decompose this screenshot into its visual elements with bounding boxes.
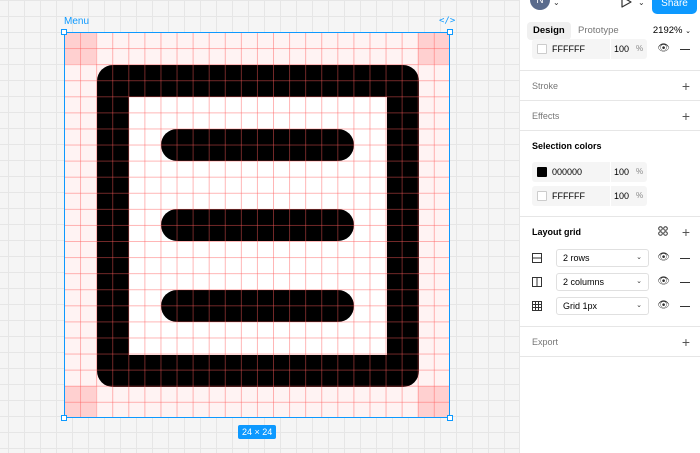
tab-design[interactable]: Design — [527, 22, 571, 40]
eye-icon[interactable]: 👁 — [657, 276, 670, 287]
chevron-down-icon[interactable]: ⌄ — [553, 0, 560, 7]
share-button[interactable]: Share — [652, 0, 697, 14]
grid-corner — [418, 386, 450, 418]
layout-grid-label: 2 columns — [563, 277, 605, 287]
selection-colors-title: Selection colors — [532, 141, 602, 151]
add-effect-icon[interactable]: + — [682, 109, 690, 123]
layout-grid-title: Layout grid — [532, 227, 581, 237]
field-separator — [610, 186, 611, 206]
percent-unit: % — [636, 167, 644, 176]
selection-hex[interactable]: 000000 — [552, 167, 582, 177]
square-grid-icon[interactable] — [532, 301, 542, 311]
grid-corner — [64, 386, 96, 418]
remove-fill-icon[interactable] — [680, 49, 690, 50]
percent-unit: % — [636, 44, 644, 53]
resize-handle-bottom-left[interactable] — [61, 415, 67, 421]
zoom-dropdown[interactable]: 2192% ⌄ — [653, 22, 691, 40]
grid-corner — [418, 32, 450, 64]
chevron-down-icon: ⌄ — [636, 278, 642, 285]
add-stroke-icon[interactable]: + — [682, 79, 690, 93]
percent-unit: % — [636, 191, 644, 200]
fill-color-field[interactable]: FFFFFF 100 % — [532, 39, 647, 59]
resize-handle-bottom-right[interactable] — [447, 415, 453, 421]
chevron-down-icon[interactable]: ⌄ — [638, 0, 645, 7]
top-toolbar: N ⌄ ⌄ Share — [520, 0, 700, 14]
chevron-down-icon: ⌄ — [636, 302, 642, 309]
frame-name-label[interactable]: Menu — [64, 16, 89, 27]
remove-grid-icon[interactable] — [680, 282, 690, 283]
selection-opacity[interactable]: 100 — [614, 191, 629, 201]
menu-icon-bar-top[interactable] — [161, 129, 354, 161]
rows-grid-icon[interactable] — [532, 253, 542, 263]
selection-color-field[interactable]: FFFFFF 100 % — [532, 186, 647, 206]
layout-grid-dropdown[interactable]: 2 rows ⌄ — [556, 249, 649, 267]
divider — [520, 130, 700, 131]
layout-grid-label: 2 rows — [563, 253, 590, 263]
resize-handle-top-left[interactable] — [61, 29, 67, 35]
tab-prototype[interactable]: Prototype — [572, 22, 625, 40]
eye-icon[interactable]: 👁 — [657, 43, 670, 54]
divider — [520, 100, 700, 101]
fill-swatch[interactable] — [537, 44, 547, 54]
fill-opacity[interactable]: 100 — [614, 44, 629, 54]
chevron-down-icon: ⌄ — [636, 254, 642, 261]
selection-color-field[interactable]: 000000 100 % — [532, 162, 647, 182]
size-badge: 24 × 24 — [238, 425, 277, 439]
add-layout-grid-icon[interactable]: + — [682, 225, 690, 239]
remove-grid-icon[interactable] — [680, 258, 690, 259]
menu-icon-bar-bottom[interactable] — [161, 290, 354, 322]
layout-grid-dropdown[interactable]: 2 columns ⌄ — [556, 273, 649, 291]
divider — [520, 326, 700, 327]
resize-handle-top-right[interactable] — [447, 29, 453, 35]
fill-hex[interactable]: FFFFFF — [552, 44, 585, 54]
zoom-level: 2192% — [652, 25, 683, 36]
divider — [520, 70, 700, 71]
stroke-section-title[interactable]: Stroke — [532, 81, 558, 91]
layout-grid-label: Grid 1px — [563, 301, 598, 311]
remove-grid-icon[interactable] — [680, 306, 690, 307]
chevron-down-icon: ⌄ — [685, 28, 691, 35]
field-separator — [610, 162, 611, 182]
icon-frame[interactable] — [64, 32, 450, 418]
divider — [520, 356, 700, 357]
field-separator — [610, 39, 611, 59]
grid-corner — [64, 32, 96, 64]
grid-styles-icon[interactable] — [658, 226, 668, 238]
user-avatar[interactable]: N — [530, 0, 550, 10]
selection-swatch[interactable] — [537, 167, 547, 177]
layout-grid-dropdown[interactable]: Grid 1px ⌄ — [556, 297, 649, 315]
properties-panel: N ⌄ ⌄ Share Design Prototype 2192% ⌄ FFF… — [519, 0, 700, 453]
selection-swatch[interactable] — [537, 191, 547, 201]
menu-icon-bar-middle[interactable] — [161, 209, 354, 241]
code-icon[interactable]: </> — [439, 16, 455, 26]
add-export-icon[interactable]: + — [682, 335, 690, 349]
canvas[interactable]: Menu </> 24 × 24 — [0, 0, 519, 453]
eye-icon[interactable]: 👁 — [657, 252, 670, 263]
columns-grid-icon[interactable] — [532, 277, 542, 287]
selection-opacity[interactable]: 100 — [614, 167, 629, 177]
divider — [520, 216, 700, 217]
effects-section-title[interactable]: Effects — [532, 111, 559, 121]
play-icon[interactable] — [620, 0, 632, 10]
export-section-title[interactable]: Export — [532, 337, 558, 347]
selection-hex[interactable]: FFFFFF — [552, 191, 585, 201]
eye-icon[interactable]: 👁 — [657, 300, 670, 311]
